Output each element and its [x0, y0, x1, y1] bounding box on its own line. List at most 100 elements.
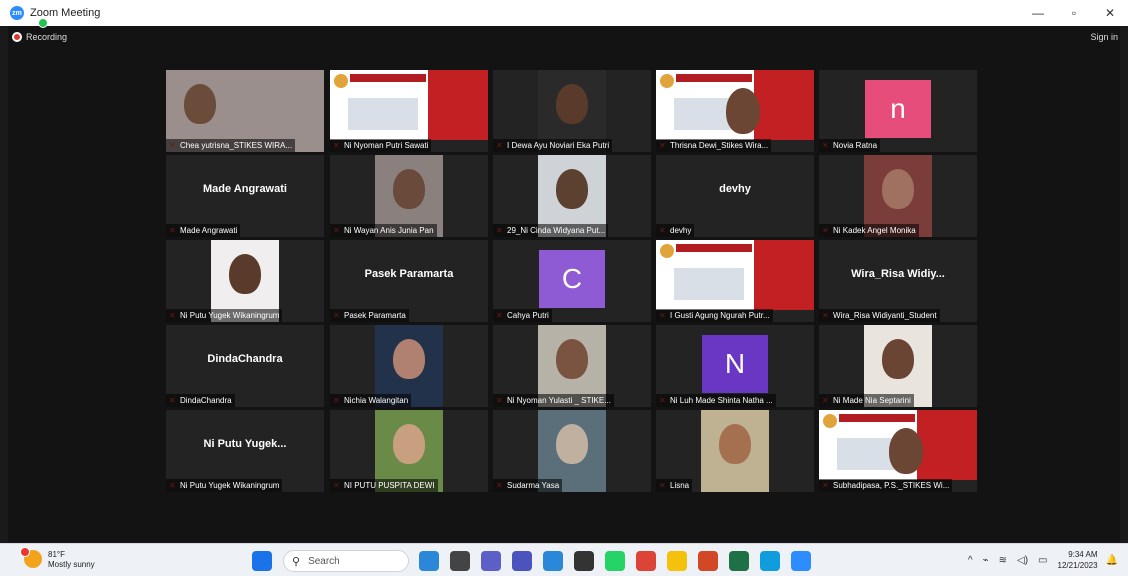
clock-time: 9:34 AM — [1068, 550, 1098, 559]
restore-button[interactable]: ▫ — [1056, 0, 1092, 26]
taskbar: 81°F Mostly sunny ⚲ Search ^ ⌁ ≋ ◁) ▭ 9:… — [0, 543, 1128, 576]
participant-tile[interactable]: ✕Ni Wayan Anis Junia Pan — [330, 155, 488, 237]
participant-tile[interactable]: ✕Thrisna Dewi_Stikes Wira... — [656, 70, 814, 152]
participant-tile[interactable]: ✕Ni Putu Yugek Wikaningrum — [166, 240, 324, 322]
participant-tile[interactable]: ✕Ni Kadek Angel Monika — [819, 155, 977, 237]
edge-icon[interactable] — [760, 551, 780, 571]
participant-tile[interactable]: ✕Sudarma Yasa — [493, 410, 651, 492]
recording-label: Recording — [26, 32, 68, 42]
banner-background — [330, 70, 488, 140]
teams-icon[interactable] — [512, 551, 532, 571]
participant-name: Ni Made Nia Septarini — [819, 394, 914, 407]
meet-icon[interactable] — [481, 551, 501, 571]
search-placeholder: Search — [308, 555, 340, 567]
status-green-icon — [38, 18, 48, 28]
participant-grid: ✕Chea yutrisna_STIKES WIRA...✕Ni Nyoman … — [166, 70, 978, 494]
avatar: C — [539, 250, 605, 308]
participant-tile[interactable]: ✕29_Ni Cinda Widyana Put... — [493, 155, 651, 237]
participant-tile[interactable]: ✕I Gusti Agung Ngurah Putr... — [656, 240, 814, 322]
close-button[interactable]: ✕ — [1092, 0, 1128, 26]
participant-name: Chea yutrisna_STIKES WIRA... — [166, 139, 296, 152]
participant-name: Subhadipasa, P.S._STIKES Wi... — [819, 479, 953, 492]
minimize-button[interactable]: — — [1020, 0, 1056, 26]
sun-icon — [20, 547, 42, 568]
store-icon[interactable] — [574, 551, 594, 571]
participant-display-name: Made Angrawati — [203, 183, 287, 195]
participant-name: Nichia Walangitan — [330, 394, 412, 407]
participant-name: NI PUTU PUSPITA DEWI — [330, 479, 438, 492]
record-icon — [12, 32, 22, 42]
avatar: n — [865, 80, 931, 138]
zoom-icon[interactable] — [791, 551, 811, 571]
participant-name: devhy — [656, 224, 695, 237]
participant-tile[interactable]: n✕Novia Ratna — [819, 70, 977, 152]
recording-indicator[interactable]: Recording — [12, 32, 67, 42]
powerpoint-icon[interactable] — [698, 551, 718, 571]
participant-tile[interactable]: Ni Putu Yugek...✕Ni Putu Yugek Wikaningr… — [166, 410, 324, 492]
participant-name: I Gusti Agung Ngurah Putr... — [656, 309, 773, 322]
participant-display-name: Pasek Paramarta — [364, 268, 454, 280]
weather-temp: 81°F — [48, 550, 65, 559]
participant-name: Made Angrawati — [166, 224, 241, 237]
search-icon: ⚲ — [292, 555, 301, 568]
participant-name: Wira_Risa Widiyanti_Student — [819, 309, 940, 322]
participant-tile[interactable]: DindaChandra✕DindaChandra — [166, 325, 324, 407]
participant-tile[interactable]: ✕Nichia Walangitan — [330, 325, 488, 407]
title-bar: zm Zoom Meeting — ▫ ✕ — [0, 0, 1128, 26]
participant-tile[interactable]: ✕Ni Nyoman Putri Sawati — [330, 70, 488, 152]
participant-tile[interactable]: C✕Cahya Putri — [493, 240, 651, 322]
signin-link[interactable]: Sign in — [1090, 32, 1118, 42]
participant-name: Sudarma Yasa — [493, 479, 563, 492]
participant-name: Ni Kadek Angel Monika — [819, 224, 919, 237]
clock[interactable]: 9:34 AM 12/21/2023 — [1058, 549, 1098, 571]
participant-name: Pasek Paramarta — [330, 309, 409, 322]
wifi-icon[interactable]: ≋ — [999, 555, 1007, 566]
banner-background — [656, 240, 814, 310]
battery-icon[interactable]: ▭ — [1038, 555, 1047, 566]
participant-name: I Dewa Ayu Noviari Eka Putri — [493, 139, 613, 152]
notification-bell-icon[interactable]: 🔔 — [1106, 555, 1118, 566]
participant-tile[interactable]: ✕Subhadipasa, P.S._STIKES Wi... — [819, 410, 977, 492]
start-icon[interactable] — [252, 551, 272, 571]
participant-tile[interactable]: ✕Ni Nyoman Yulasti _ STIKE... — [493, 325, 651, 407]
weather-widget[interactable]: 81°F Mostly sunny — [20, 547, 95, 570]
banner-background — [819, 410, 977, 480]
participant-tile[interactable]: Wira_Risa Widiy...✕Wira_Risa Widiyanti_S… — [819, 240, 977, 322]
zoom-logo-icon: zm — [10, 6, 24, 20]
participant-tile[interactable]: Made Angrawati✕Made Angrawati — [166, 155, 324, 237]
participant-tile[interactable]: devhy✕devhy — [656, 155, 814, 237]
participant-tile[interactable]: ✕Chea yutrisna_STIKES WIRA... — [166, 70, 324, 152]
participant-name: Ni Nyoman Putri Sawati — [330, 139, 432, 152]
participant-tile[interactable]: ✕Ni Made Nia Septarini — [819, 325, 977, 407]
participant-display-name: Ni Putu Yugek... — [203, 438, 287, 450]
files-icon[interactable] — [667, 551, 687, 571]
participant-tile[interactable]: ✕NI PUTU PUSPITA DEWI — [330, 410, 488, 492]
banner-background — [656, 70, 814, 140]
avatar: N — [702, 335, 768, 393]
participant-display-name: Wira_Risa Widiy... — [851, 268, 945, 280]
participant-tile[interactable]: ✕I Dewa Ayu Noviari Eka Putri — [493, 70, 651, 152]
weather-desc: Mostly sunny — [48, 560, 95, 569]
excel-icon[interactable] — [729, 551, 749, 571]
clock-date: 12/21/2023 — [1057, 561, 1098, 570]
volume-icon[interactable]: ◁) — [1017, 555, 1028, 566]
participant-name: Novia Ratna — [819, 139, 881, 152]
participant-name: Ni Putu Yugek Wikaningrum — [166, 309, 283, 322]
participant-tile[interactable]: ✕Lisna — [656, 410, 814, 492]
participant-display-name: devhy — [719, 183, 751, 195]
network-icon[interactable]: ⌁ — [983, 555, 989, 566]
participant-name: DindaChandra — [166, 394, 235, 407]
participant-display-name: DindaChandra — [207, 353, 283, 365]
participant-tile[interactable]: N✕Ni Luh Made Shinta Natha ... — [656, 325, 814, 407]
chrome-icon[interactable] — [636, 551, 656, 571]
participant-name: Cahya Putri — [493, 309, 552, 322]
widgets-icon[interactable] — [419, 551, 439, 571]
participant-tile[interactable]: Pasek Paramarta✕Pasek Paramarta — [330, 240, 488, 322]
participant-name: 29_Ni Cinda Widyana Put... — [493, 224, 609, 237]
whatsapp-icon[interactable] — [605, 551, 625, 571]
explorer-icon[interactable] — [543, 551, 563, 571]
chevron-up-icon[interactable]: ^ — [968, 555, 973, 566]
participant-video — [701, 410, 769, 492]
taskview-icon[interactable] — [450, 551, 470, 571]
search-box[interactable]: ⚲ Search — [283, 550, 409, 572]
